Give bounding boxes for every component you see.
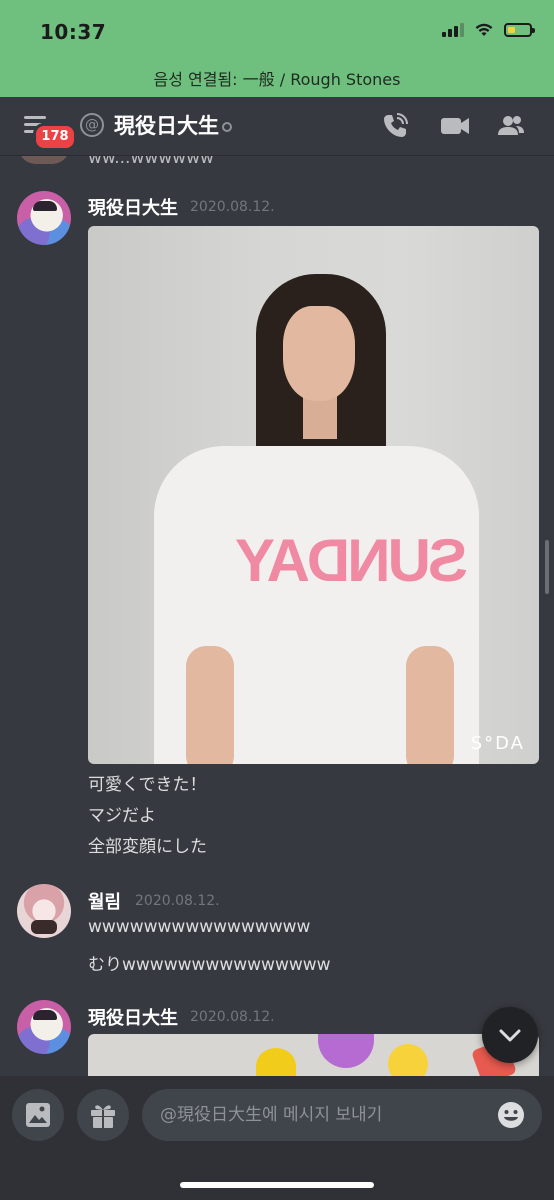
jump-to-present-button[interactable] <box>482 1007 538 1063</box>
message-text: wwwwwwwwwwwwwwww <box>88 917 311 937</box>
message-author[interactable]: 現役日大生 <box>88 194 178 220</box>
emoji-icon[interactable] <box>496 1100 526 1130</box>
members-icon[interactable] <box>496 111 526 141</box>
at-icon: @ <box>80 113 104 137</box>
message-timestamp: 2020.08.12. <box>135 893 220 909</box>
channel-title[interactable]: 現役日大生 <box>114 110 219 140</box>
image-icon <box>26 1103 50 1127</box>
status-time: 10:37 <box>40 20 107 44</box>
message-text: マジだよ <box>88 806 156 826</box>
avatar[interactable] <box>17 1000 71 1054</box>
message-timestamp: 2020.08.12. <box>190 199 275 215</box>
call-icon[interactable] <box>380 111 410 141</box>
message-author[interactable]: 現役日大生 <box>88 1004 178 1030</box>
shirt-print: SUNDAY <box>238 527 468 594</box>
status-icons <box>442 22 535 38</box>
scrollbar[interactable] <box>545 540 549 594</box>
message-image[interactable] <box>88 1034 539 1076</box>
message-text: 可愛くできた！ <box>88 775 207 795</box>
gift-button[interactable] <box>77 1089 129 1141</box>
avatar[interactable] <box>18 156 70 164</box>
video-icon[interactable] <box>440 111 470 141</box>
wifi-icon <box>475 23 493 36</box>
signal-icon <box>442 23 464 37</box>
status-dot-icon <box>222 122 232 132</box>
avatar[interactable] <box>17 191 71 245</box>
upload-image-button[interactable] <box>12 1089 64 1141</box>
unread-badge: 178 <box>33 123 77 151</box>
chevron-down-icon <box>499 1029 521 1042</box>
battery-icon <box>504 23 535 37</box>
message-list[interactable]: ww...wwwwww 現役日大生 2020.08.12. SUNDAY S°D… <box>0 156 554 1076</box>
partial-message: ww...wwwwww <box>88 156 214 168</box>
message-image[interactable]: SUNDAY S°DA <box>88 226 539 764</box>
gift-icon <box>91 1105 115 1128</box>
message-text: 全部変顔にした <box>88 837 207 857</box>
avatar[interactable] <box>17 884 71 938</box>
image-watermark: S°DA <box>470 733 525 754</box>
message-author[interactable]: 월림 <box>88 888 121 914</box>
voice-connected-banner[interactable]: 음성 연결됨: 一般 / Rough Stones <box>0 66 554 90</box>
home-indicator[interactable] <box>180 1182 374 1188</box>
message-text: むりwwwwwwwwwwwwwww <box>88 955 331 975</box>
message-timestamp: 2020.08.12. <box>190 1009 275 1025</box>
voice-status-area: 10:37 음성 연결됨: 一般 / Rough Stones <box>0 0 554 97</box>
message-input[interactable]: @現役日大生에 메시지 보내기 <box>142 1089 542 1141</box>
